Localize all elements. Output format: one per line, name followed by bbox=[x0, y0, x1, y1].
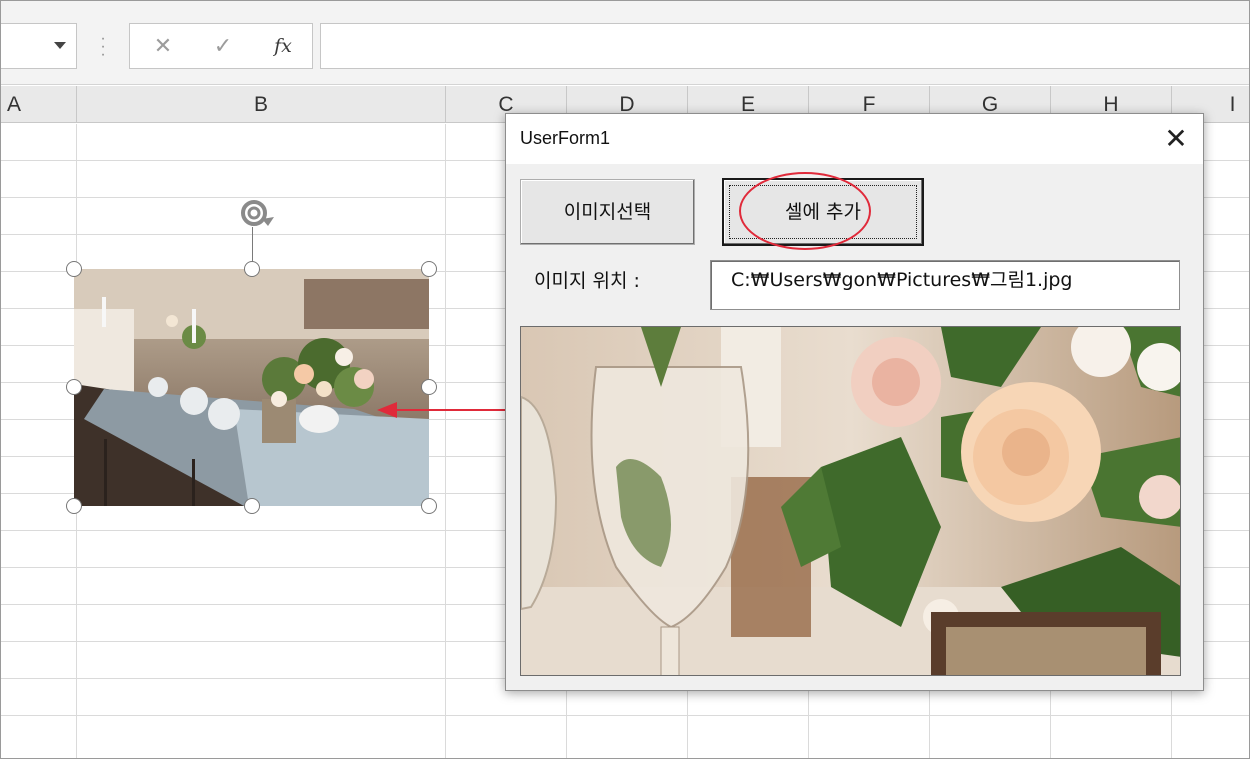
formula-input[interactable] bbox=[320, 23, 1249, 69]
sheet-picture[interactable] bbox=[66, 261, 437, 514]
resize-handle[interactable] bbox=[66, 261, 82, 277]
column-header-a[interactable]: A bbox=[1, 86, 77, 123]
resize-handle[interactable] bbox=[421, 261, 437, 277]
column-header-b[interactable]: B bbox=[77, 86, 446, 123]
chevron-down-icon[interactable] bbox=[54, 42, 66, 49]
resize-handle[interactable] bbox=[421, 498, 437, 514]
select-image-button[interactable]: 이미지선택 bbox=[520, 179, 695, 245]
annotation-circle bbox=[739, 172, 871, 250]
resize-handle[interactable] bbox=[244, 498, 260, 514]
dialog-titlebar[interactable]: UserForm1 ✕ bbox=[506, 114, 1203, 164]
check-icon[interactable]: ✓ bbox=[198, 24, 248, 68]
excel-window: · · · ✕ ✓ fx A B C D E F G H I UserForm1… bbox=[0, 0, 1250, 759]
formula-buttons: ✕ ✓ fx bbox=[129, 23, 313, 69]
image-path-label: 이미지 위치 : bbox=[534, 270, 640, 292]
formula-bar: · · · ✕ ✓ fx bbox=[1, 1, 1249, 85]
userform-dialog: UserForm1 ✕ 이미지선택 셀에 추가 이미지 위치 : C:₩User… bbox=[505, 113, 1204, 691]
resize-handle[interactable] bbox=[421, 379, 437, 395]
image-path-field[interactable]: C:₩Users₩gon₩Pictures₩그림1.jpg bbox=[710, 260, 1180, 310]
name-box[interactable] bbox=[1, 23, 77, 69]
resize-handle[interactable] bbox=[244, 261, 260, 277]
rotate-handle-icon[interactable] bbox=[234, 195, 274, 231]
close-icon[interactable]: ✕ bbox=[1159, 122, 1193, 156]
image-preview bbox=[520, 326, 1181, 676]
resize-handle[interactable] bbox=[66, 498, 82, 514]
dialog-title: UserForm1 bbox=[520, 128, 611, 148]
close-icon[interactable]: ✕ bbox=[138, 24, 188, 68]
drag-handle-icon[interactable]: · · · bbox=[98, 31, 108, 63]
resize-handle[interactable] bbox=[66, 379, 82, 395]
insert-function-button[interactable]: fx bbox=[258, 24, 308, 68]
